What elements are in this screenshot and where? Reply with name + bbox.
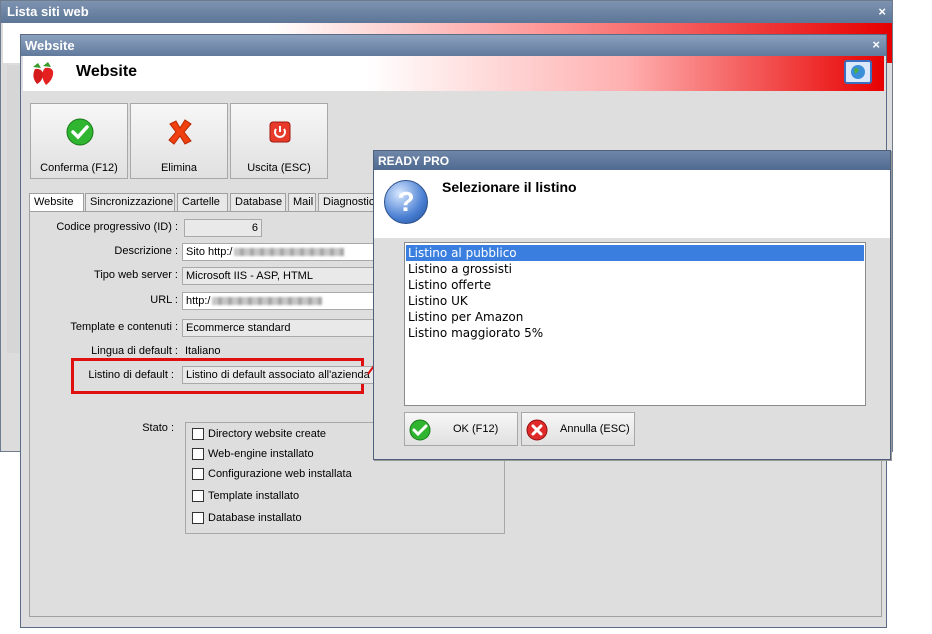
exit-button[interactable]: Uscita (ESC) xyxy=(230,103,328,179)
checkbox-web-engine[interactable] xyxy=(192,448,204,460)
tab-database[interactable]: Database xyxy=(230,193,286,211)
globe-icon xyxy=(844,60,872,84)
descrizione-label: Descrizione : xyxy=(114,245,178,257)
checkbox-database[interactable] xyxy=(192,512,204,524)
checkbox-template[interactable] xyxy=(192,490,204,502)
dialog-header: ? Selezionare il listino xyxy=(374,170,890,238)
list-item[interactable]: Listino per Amazon xyxy=(406,309,864,325)
background-window-close-button[interactable]: × xyxy=(878,4,886,19)
url-label: URL : xyxy=(150,294,178,306)
check-icon xyxy=(66,118,94,146)
dialog-message: Selezionare il listino xyxy=(442,179,577,195)
window-title: Website xyxy=(21,35,886,56)
list-item[interactable]: Listino maggiorato 5% xyxy=(406,325,864,341)
template-field[interactable]: Ecommerce standard xyxy=(182,319,374,337)
question-icon: ? xyxy=(384,180,428,224)
power-icon xyxy=(269,121,291,143)
confirm-button[interactable]: Conferma (F12) xyxy=(30,103,128,179)
checkbox-web-engine-label: Web-engine installato xyxy=(208,448,314,460)
delete-button-label: Elimina xyxy=(160,162,198,174)
window-banner: Website xyxy=(23,56,884,91)
checkbox-configurazione-web[interactable] xyxy=(192,468,204,480)
lingua-label: Lingua di default : xyxy=(91,345,178,357)
redacted-text xyxy=(234,248,345,257)
checkbox-template-label: Template installato xyxy=(208,490,300,502)
redacted-text xyxy=(212,297,323,306)
list-item[interactable]: Listino UK xyxy=(406,293,864,309)
check-icon xyxy=(409,419,431,441)
confirm-button-label: Conferma (F12) xyxy=(40,162,118,174)
checkbox-directory-website[interactable] xyxy=(192,428,204,440)
cancel-button[interactable]: Annulla (ESC) xyxy=(521,412,635,446)
tab-mail[interactable]: Mail xyxy=(288,193,316,211)
ok-button[interactable]: OK (F12) xyxy=(404,412,518,446)
checkbox-directory-website-label: Directory website create xyxy=(208,428,326,440)
url-value: http:/ xyxy=(186,295,211,307)
codice-label: Codice progressivo (ID) : xyxy=(56,221,178,233)
pricelist-listbox[interactable]: Listino al pubblico Listino a grossisti … xyxy=(404,242,866,406)
tab-sincronizzazione[interactable]: Sincronizzazione xyxy=(85,193,175,211)
codice-field: 6 xyxy=(184,219,262,237)
tab-diagnostic[interactable]: Diagnostic xyxy=(318,193,378,211)
dialog-title: READY PRO xyxy=(374,151,890,170)
delete-button[interactable]: Elimina xyxy=(130,103,228,179)
background-window-title: Lista siti web xyxy=(1,1,892,23)
stato-label: Stato : xyxy=(142,422,174,434)
descrizione-value: Sito http:/ xyxy=(186,246,233,258)
list-item[interactable]: Listino offerte xyxy=(406,277,864,293)
url-field[interactable]: http:/ xyxy=(182,292,374,310)
strawberry-icon xyxy=(33,62,54,85)
tipo-field[interactable]: Microsoft IIS - ASP, HTML xyxy=(182,267,374,285)
tab-website[interactable]: Website xyxy=(29,193,84,212)
descrizione-field[interactable]: Sito http:/ xyxy=(182,243,374,261)
template-label: Template e contenuti : xyxy=(70,321,178,333)
listino-label: Listino di default : xyxy=(88,369,174,381)
select-pricelist-dialog: READY PRO ? Selezionare il listino Listi… xyxy=(373,150,891,460)
checkbox-database-label: Database installato xyxy=(208,512,302,524)
ok-button-label: OK (F12) xyxy=(453,423,499,435)
window-close-button[interactable]: × xyxy=(872,37,880,52)
exit-button-label: Uscita (ESC) xyxy=(247,162,311,174)
tipo-label: Tipo web server : xyxy=(94,269,178,281)
list-item[interactable]: Listino a grossisti xyxy=(406,261,864,277)
cancel-icon xyxy=(526,419,548,441)
banner-title: Website xyxy=(76,63,138,80)
listino-field[interactable]: Listino di default associato all'azienda xyxy=(182,366,374,384)
list-item[interactable]: Listino al pubblico xyxy=(406,245,864,261)
x-icon xyxy=(168,119,192,145)
cancel-button-label: Annulla (ESC) xyxy=(560,423,630,435)
tab-cartelle[interactable]: Cartelle xyxy=(177,193,228,211)
checkbox-configurazione-web-label: Configurazione web installata xyxy=(208,468,352,480)
